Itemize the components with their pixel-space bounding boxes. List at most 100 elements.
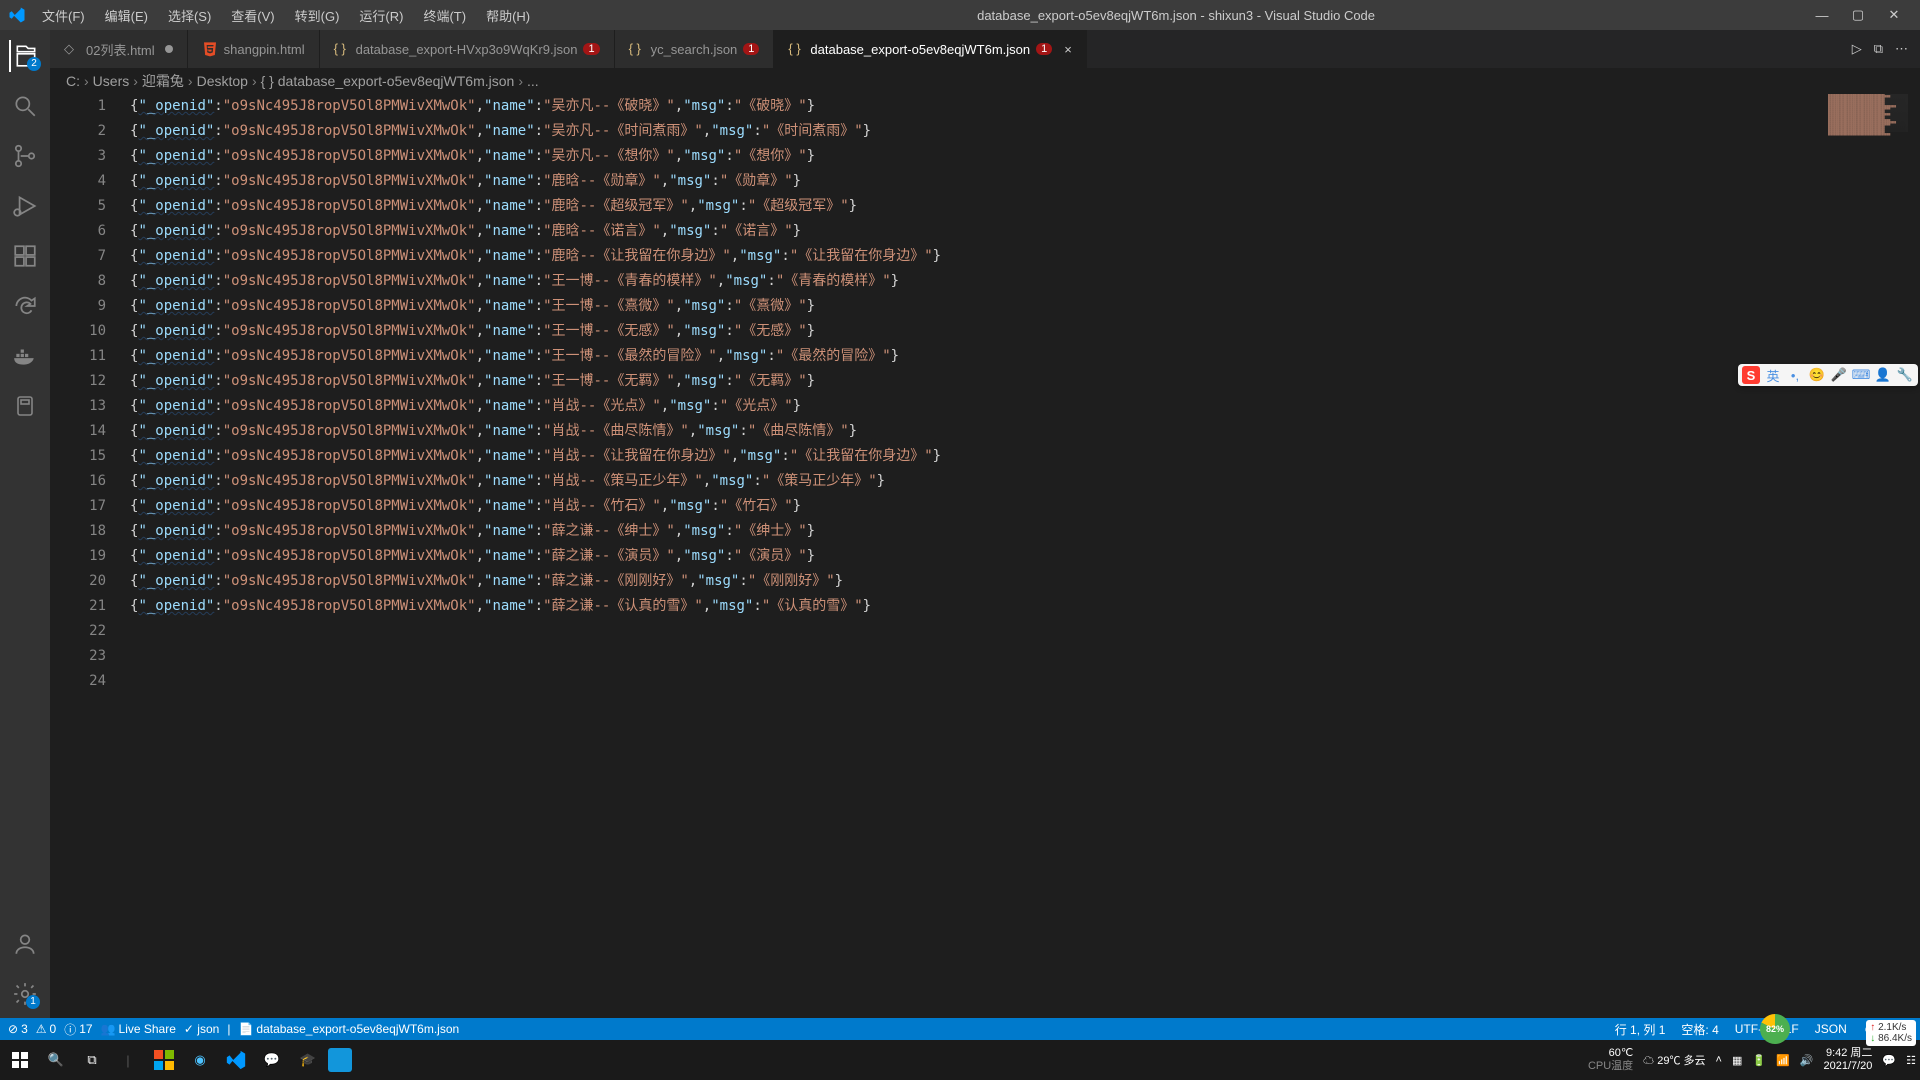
ime-sogou-icon[interactable]: S bbox=[1742, 366, 1760, 384]
code-line[interactable]: {"_openid":"o9sNc495J8ropV5Ol8PMWivXMwOk… bbox=[130, 494, 1920, 519]
menu-item-2[interactable]: 选择(S) bbox=[160, 2, 219, 29]
menu-item-5[interactable]: 运行(R) bbox=[351, 2, 411, 29]
tray-wifi-icon[interactable]: 📶 bbox=[1776, 1054, 1790, 1067]
code-line[interactable] bbox=[130, 669, 1920, 694]
start-button[interactable] bbox=[4, 1044, 36, 1076]
menu-item-4[interactable]: 转到(G) bbox=[287, 2, 348, 29]
tab-0[interactable]: ◇02列表.html bbox=[50, 30, 188, 68]
cpu-temp[interactable]: 60℃ CPU温度 bbox=[1588, 1047, 1633, 1073]
vscode-task-icon[interactable] bbox=[220, 1044, 252, 1076]
account-icon[interactable] bbox=[9, 928, 41, 960]
tab-4[interactable]: { }database_export-o5ev8eqjWT6m.json1× bbox=[774, 30, 1086, 68]
code-line[interactable]: {"_openid":"o9sNc495J8ropV5Ol8PMWivXMwOk… bbox=[130, 194, 1920, 219]
tray-clock[interactable]: 9:42 周二 2021/7/20 bbox=[1823, 1047, 1872, 1073]
code-line[interactable]: {"_openid":"o9sNc495J8ropV5Ol8PMWivXMwOk… bbox=[130, 369, 1920, 394]
code-line[interactable] bbox=[130, 619, 1920, 644]
menu-item-6[interactable]: 终端(T) bbox=[415, 2, 474, 29]
code-line[interactable]: {"_openid":"o9sNc495J8ropV5Ol8PMWivXMwOk… bbox=[130, 294, 1920, 319]
code-line[interactable]: {"_openid":"o9sNc495J8ropV5Ol8PMWivXMwOk… bbox=[130, 344, 1920, 369]
code-line[interactable] bbox=[130, 644, 1920, 669]
perf-gauge[interactable]: 82% bbox=[1760, 1014, 1790, 1044]
ime-keyboard-icon[interactable]: ⌨ bbox=[1852, 366, 1870, 384]
extensions-icon[interactable] bbox=[9, 240, 41, 272]
breadcrumb-segment[interactable]: Users bbox=[93, 73, 130, 89]
docker-icon[interactable] bbox=[9, 340, 41, 372]
breadcrumbs[interactable]: C: › Users › 迎霜兔 › Desktop › { } databas… bbox=[50, 68, 1920, 94]
breadcrumb-segment[interactable]: ... bbox=[527, 73, 539, 89]
wechat-icon[interactable]: 💬 bbox=[256, 1044, 288, 1076]
close-icon[interactable]: × bbox=[1064, 42, 1072, 57]
code-line[interactable]: {"_openid":"o9sNc495J8ropV5Ol8PMWivXMwOk… bbox=[130, 544, 1920, 569]
microsoft-icon[interactable] bbox=[148, 1044, 180, 1076]
weather-widget[interactable]: ☁ 29℃ 多云 bbox=[1643, 1052, 1705, 1068]
app-icon-1[interactable]: 🎓 bbox=[292, 1044, 324, 1076]
menu-item-0[interactable]: 文件(F) bbox=[34, 2, 93, 29]
code-line[interactable]: {"_openid":"o9sNc495J8ropV5Ol8PMWivXMwOk… bbox=[130, 319, 1920, 344]
tab-2[interactable]: { }database_export-HVxp3o9WqKr9.json1 bbox=[320, 30, 615, 68]
app-icon-2[interactable] bbox=[328, 1048, 352, 1072]
menu-item-1[interactable]: 编辑(E) bbox=[97, 2, 156, 29]
taskview-icon[interactable]: ⧉ bbox=[76, 1044, 108, 1076]
network-speed[interactable]: 2.1K/s 86.4K/s bbox=[1866, 1020, 1916, 1046]
source-control-icon[interactable] bbox=[9, 140, 41, 172]
more-icon[interactable]: ⋯ bbox=[1895, 41, 1908, 57]
settings-icon[interactable]: 1 bbox=[9, 978, 41, 1010]
menu-item-3[interactable]: 查看(V) bbox=[223, 2, 282, 29]
explorer-icon[interactable]: 2 bbox=[9, 40, 41, 72]
tab-3[interactable]: { }yc_search.json1 bbox=[615, 30, 775, 68]
breadcrumb-segment[interactable]: { } database_export-o5ev8eqjWT6m.json bbox=[261, 73, 515, 89]
status-filename[interactable]: 📄 database_export-o5ev8eqjWT6m.json bbox=[238, 1022, 459, 1036]
code-line[interactable]: {"_openid":"o9sNc495J8ropV5Ol8PMWivXMwOk… bbox=[130, 569, 1920, 594]
code-line[interactable]: {"_openid":"o9sNc495J8ropV5Ol8PMWivXMwOk… bbox=[130, 219, 1920, 244]
ime-toolbar[interactable]: S 英 •, 😊 🎤 ⌨ 👤 🔧 bbox=[1738, 364, 1918, 386]
ime-punct-icon[interactable]: •, bbox=[1786, 366, 1804, 384]
breadcrumb-segment[interactable]: 迎霜兔 bbox=[142, 71, 184, 91]
ime-emoji-icon[interactable]: 😊 bbox=[1808, 366, 1826, 384]
status-cursor-pos[interactable]: 行 1, 列 1 bbox=[1615, 1021, 1666, 1038]
tray-misc-icon[interactable]: ☷ bbox=[1906, 1054, 1916, 1067]
forward-icon[interactable] bbox=[9, 290, 41, 322]
menu-item-7[interactable]: 帮助(H) bbox=[478, 2, 538, 29]
code-line[interactable]: {"_openid":"o9sNc495J8ropV5Ol8PMWivXMwOk… bbox=[130, 394, 1920, 419]
minimap[interactable]: ████████████████████████████████████████… bbox=[1828, 94, 1908, 132]
maximize-button[interactable]: ▢ bbox=[1850, 7, 1866, 23]
code-line[interactable]: {"_openid":"o9sNc495J8ropV5Ol8PMWivXMwOk… bbox=[130, 419, 1920, 444]
code-line[interactable]: {"_openid":"o9sNc495J8ropV5Ol8PMWivXMwOk… bbox=[130, 244, 1920, 269]
browser-icon[interactable]: ◉ bbox=[184, 1044, 216, 1076]
search-icon[interactable] bbox=[9, 90, 41, 122]
code-line[interactable]: {"_openid":"o9sNc495J8ropV5Ol8PMWivXMwOk… bbox=[130, 519, 1920, 544]
status-json-check[interactable]: ✓ json bbox=[184, 1022, 219, 1036]
code-line[interactable]: {"_openid":"o9sNc495J8ropV5Ol8PMWivXMwOk… bbox=[130, 144, 1920, 169]
tray-battery-icon[interactable]: 🔋 bbox=[1752, 1054, 1766, 1067]
search-taskbar-icon[interactable]: 🔍 bbox=[40, 1044, 72, 1076]
tray-volume-icon[interactable]: 🔊 bbox=[1800, 1054, 1814, 1067]
ime-mic-icon[interactable]: 🎤 bbox=[1830, 366, 1848, 384]
code-line[interactable]: {"_openid":"o9sNc495J8ropV5Ol8PMWivXMwOk… bbox=[130, 119, 1920, 144]
minimize-button[interactable]: — bbox=[1814, 7, 1830, 23]
code-line[interactable]: {"_openid":"o9sNc495J8ropV5Ol8PMWivXMwOk… bbox=[130, 444, 1920, 469]
ime-user-icon[interactable]: 👤 bbox=[1874, 366, 1892, 384]
tray-chevron-icon[interactable]: ˄ bbox=[1716, 1054, 1722, 1066]
tray-app-icon[interactable]: ▦ bbox=[1732, 1054, 1742, 1067]
ime-tools-icon[interactable]: 🔧 bbox=[1896, 366, 1914, 384]
code-line[interactable]: {"_openid":"o9sNc495J8ropV5Ol8PMWivXMwOk… bbox=[130, 169, 1920, 194]
breadcrumb-segment[interactable]: Desktop bbox=[197, 73, 248, 89]
debug-icon[interactable] bbox=[9, 190, 41, 222]
ime-lang-icon[interactable]: 英 bbox=[1764, 366, 1782, 384]
tab-1[interactable]: shangpin.html bbox=[188, 30, 320, 68]
status-infos[interactable]: ⓘ 17 bbox=[64, 1021, 92, 1038]
breadcrumb-segment[interactable]: C: bbox=[66, 73, 80, 89]
code-line[interactable]: {"_openid":"o9sNc495J8ropV5Ol8PMWivXMwOk… bbox=[130, 269, 1920, 294]
code-line[interactable]: {"_openid":"o9sNc495J8ropV5Ol8PMWivXMwOk… bbox=[130, 594, 1920, 619]
split-icon[interactable]: ⧉ bbox=[1874, 41, 1883, 57]
code-line[interactable]: {"_openid":"o9sNc495J8ropV5Ol8PMWivXMwOk… bbox=[130, 94, 1920, 119]
status-errors[interactable]: ⊘ 3 bbox=[8, 1022, 28, 1036]
status-spaces[interactable]: 空格: 4 bbox=[1681, 1021, 1718, 1038]
device-icon[interactable] bbox=[9, 390, 41, 422]
code-line[interactable]: {"_openid":"o9sNc495J8ropV5Ol8PMWivXMwOk… bbox=[130, 469, 1920, 494]
tray-notif-icon[interactable]: 💬 bbox=[1882, 1054, 1896, 1067]
status-lang[interactable]: JSON bbox=[1815, 1022, 1847, 1036]
code-area[interactable]: {"_openid":"o9sNc495J8ropV5Ol8PMWivXMwOk… bbox=[130, 94, 1920, 1018]
run-icon[interactable]: ▷ bbox=[1852, 41, 1862, 57]
status-warnings[interactable]: ⚠ 0 bbox=[36, 1022, 56, 1036]
